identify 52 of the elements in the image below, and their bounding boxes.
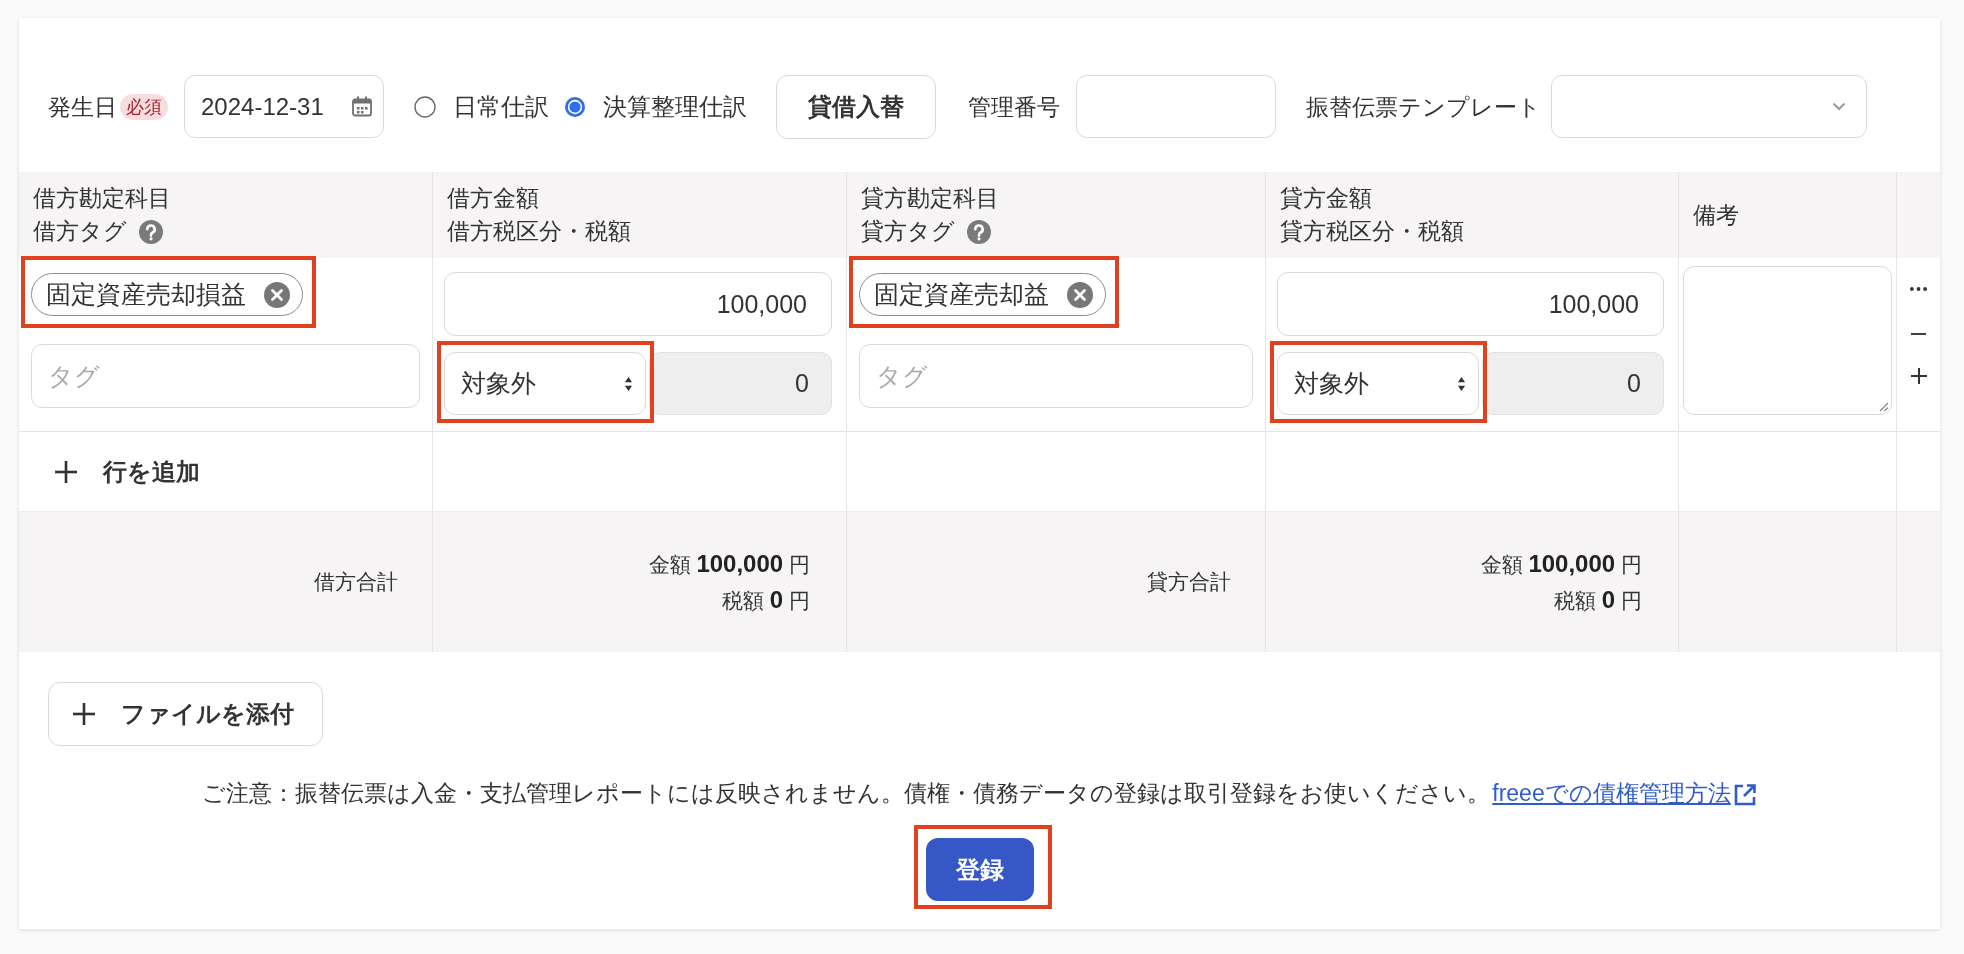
help-icon[interactable]	[967, 219, 991, 244]
totals-line: 金額 100,000 円	[648, 549, 810, 579]
management-number-field[interactable]	[1076, 75, 1276, 138]
clear-icon[interactable]	[264, 281, 290, 308]
column-header: 貸方タグ	[861, 217, 955, 246]
tax-amount-field: 0	[1482, 352, 1664, 415]
tax-category-select[interactable]: 対象外	[444, 352, 646, 415]
totals-label: 借方合計	[314, 569, 398, 595]
swap-button[interactable]: 貸借入替	[776, 74, 936, 139]
tax-category-select[interactable]: 対象外	[1277, 352, 1479, 415]
amount-field[interactable]: 100,000	[444, 272, 832, 336]
column-header: 借方勘定科目	[33, 184, 171, 213]
totals-label: 貸方合計	[1147, 569, 1231, 595]
tax-amount-field: 0	[649, 352, 832, 415]
memo-field[interactable]	[1683, 266, 1892, 415]
sort-arrows-icon	[624, 375, 633, 392]
field-label: 振替伝票テンプレート	[1306, 92, 1541, 122]
amount-field[interactable]: 100,000	[1277, 272, 1664, 336]
resize-grip-icon[interactable]	[1877, 400, 1889, 412]
plus-icon	[55, 460, 77, 483]
more-icon[interactable]	[1910, 287, 1927, 291]
column-header: 貸方勘定科目	[861, 184, 999, 213]
guide-link[interactable]: freeeでの債権管理方法	[1492, 780, 1757, 806]
attach-button[interactable]: ファイルを添付	[48, 682, 323, 746]
column-header: 貸方金額	[1280, 184, 1372, 213]
plus-icon[interactable]	[1911, 368, 1927, 384]
sort-arrows-icon	[1457, 375, 1466, 392]
plus-icon	[73, 703, 95, 725]
calendar-icon[interactable]	[351, 95, 373, 118]
radio-option[interactable]: 決算整理仕訳	[564, 91, 747, 122]
radio-option[interactable]: 日常仕訳	[414, 91, 549, 122]
radio-icon[interactable]	[564, 95, 586, 118]
submit-button[interactable]: 登録	[925, 838, 1034, 901]
required-badge: 必須	[120, 93, 168, 120]
notice-text: ご注意：振替伝票は入金・支払管理レポートには反映されません。債権・債務データの登録は取引登録をお使いください。freeeでの債権管理方法	[19, 779, 1940, 807]
totals-line: 税額 0 円	[721, 585, 810, 615]
help-icon[interactable]	[139, 219, 163, 244]
column-header: 借方税区分・税額	[447, 217, 631, 246]
column-header: 借方タグ	[33, 217, 127, 246]
column-header: 貸方税区分・税額	[1280, 217, 1464, 246]
clear-icon[interactable]	[1067, 281, 1093, 308]
external-link-icon	[1732, 783, 1757, 807]
column-header: 備考	[1693, 200, 1739, 230]
field-label: 発生日	[48, 92, 117, 122]
field-label: 管理番号	[968, 92, 1060, 122]
chevron-down-icon	[1832, 102, 1846, 111]
column-header: 借方金額	[447, 184, 539, 213]
radio-icon[interactable]	[414, 95, 436, 118]
date-field[interactable]: 2024-12-31	[184, 75, 384, 138]
totals-line: 税額 0 円	[1553, 585, 1642, 615]
add-row-button[interactable]: 行を追加	[55, 455, 200, 488]
totals-line: 金額 100,000 円	[1480, 549, 1642, 579]
